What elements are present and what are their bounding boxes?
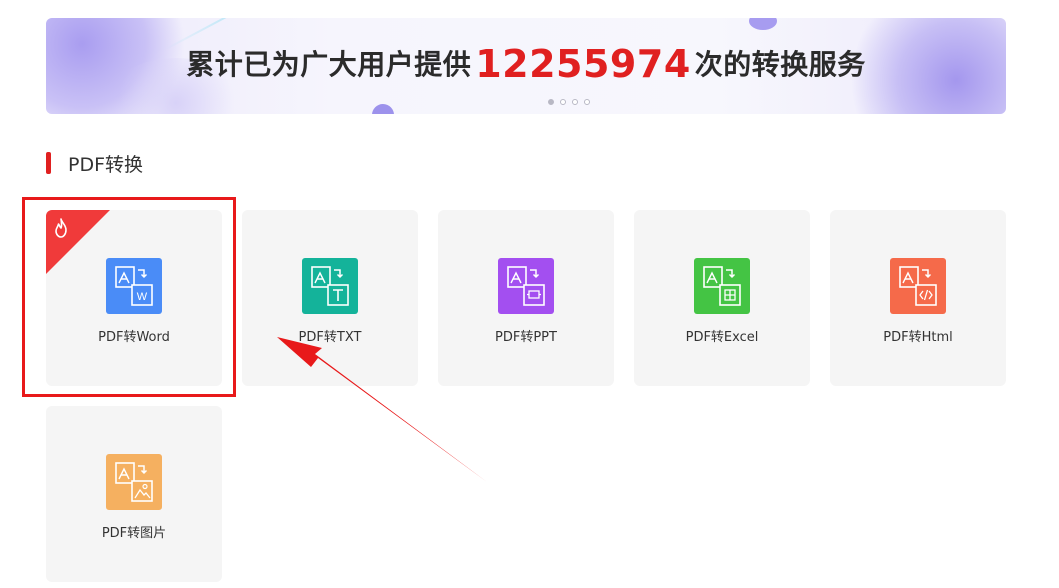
carousel-dot[interactable] — [572, 99, 578, 105]
section-title: PDF转换 — [68, 154, 144, 176]
section-accent-bar — [46, 152, 51, 174]
pdf-to-txt-icon — [302, 258, 358, 314]
tool-card-pdf-to-ppt[interactable]: PDF转PPT — [438, 210, 614, 386]
tool-label: PDF转PPT — [495, 330, 557, 345]
carousel-dot[interactable] — [548, 99, 554, 105]
tool-label: PDF转Html — [883, 330, 953, 345]
tool-label: PDF转TXT — [298, 330, 362, 345]
tool-label: PDF转图片 — [101, 526, 167, 541]
banner-headline: 累计已为广大用户提供 12255974 次的转换服务 — [46, 42, 1006, 86]
tool-card-pdf-to-html[interactable]: PDF转Html — [830, 210, 1006, 386]
tool-card-pdf-to-txt[interactable]: PDF转TXT — [242, 210, 418, 386]
banner-decoration — [372, 104, 394, 114]
conversion-count: 12255974 — [475, 42, 691, 86]
highlight-box — [22, 197, 236, 397]
tool-label: PDF转Excel — [685, 330, 759, 345]
promo-banner[interactable]: 累计已为广大用户提供 12255974 次的转换服务 — [46, 18, 1006, 114]
pdf-to-excel-icon — [694, 258, 750, 314]
banner-decoration — [749, 18, 777, 30]
carousel-dot[interactable] — [560, 99, 566, 105]
banner-prefix: 累计已为广大用户提供 — [186, 48, 472, 81]
tool-card-pdf-to-image[interactable]: PDF转图片 — [46, 406, 222, 582]
pdf-to-ppt-icon — [498, 258, 554, 314]
pdf-to-html-icon — [890, 258, 946, 314]
carousel-dots — [548, 99, 590, 105]
tool-card-pdf-to-excel[interactable]: PDF转Excel — [634, 210, 810, 386]
carousel-dot[interactable] — [584, 99, 590, 105]
pdf-to-image-icon — [106, 454, 162, 510]
banner-suffix: 次的转换服务 — [694, 48, 866, 81]
